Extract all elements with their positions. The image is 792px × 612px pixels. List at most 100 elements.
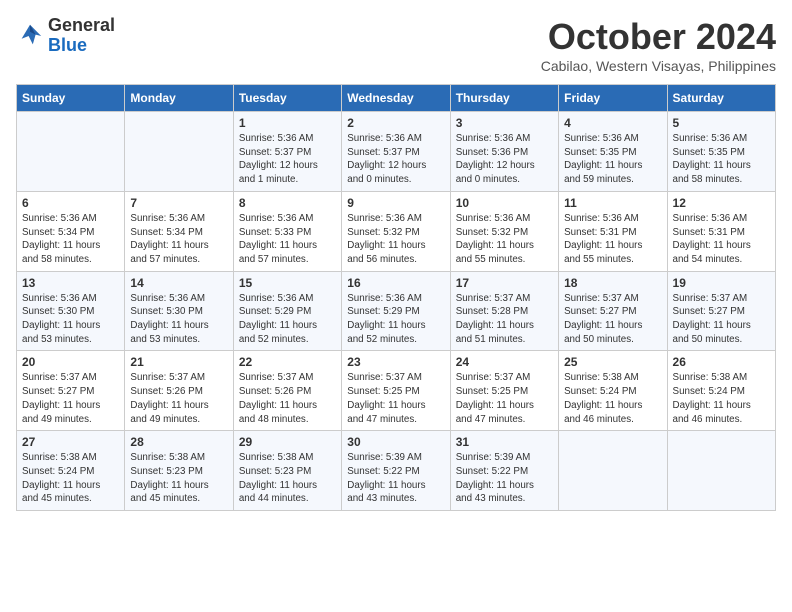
day-info: Sunrise: 5:36 AMSunset: 5:34 PMDaylight:…	[22, 212, 119, 267]
day-number: 19	[673, 276, 770, 290]
day-number: 31	[456, 435, 553, 449]
calendar-cell: 25 Sunrise: 5:38 AMSunset: 5:24 PMDayligh…	[559, 351, 667, 431]
day-info: Sunrise: 5:36 AMSunset: 5:33 PMDaylight:…	[239, 212, 336, 267]
day-number: 4	[564, 116, 661, 130]
day-info: Sunrise: 5:36 AMSunset: 5:32 PMDaylight:…	[456, 212, 553, 267]
calendar-cell: 17 Sunrise: 5:37 AMSunset: 5:28 PMDayligh…	[450, 271, 558, 351]
calendar-cell: 10 Sunrise: 5:36 AMSunset: 5:32 PMDayligh…	[450, 191, 558, 271]
day-info: Sunrise: 5:36 AMSunset: 5:34 PMDaylight:…	[130, 212, 227, 267]
day-info: Sunrise: 5:37 AMSunset: 5:27 PMDaylight:…	[22, 371, 119, 426]
header-cell-saturday: Saturday	[667, 85, 775, 112]
header-cell-tuesday: Tuesday	[233, 85, 341, 112]
logo: General Blue	[16, 16, 115, 56]
week-row-4: 20 Sunrise: 5:37 AMSunset: 5:27 PMDayligh…	[17, 351, 776, 431]
day-number: 20	[22, 355, 119, 369]
day-number: 10	[456, 196, 553, 210]
day-number: 14	[130, 276, 227, 290]
calendar-cell	[125, 112, 233, 192]
calendar-cell: 15Sunrise: 5:36 AMSunset: 5:29 PMDayligh…	[233, 271, 341, 351]
day-number: 8	[239, 196, 336, 210]
calendar-cell: 31 Sunrise: 5:39 AMSunset: 5:22 PMDayligh…	[450, 431, 558, 511]
day-number: 16	[347, 276, 444, 290]
day-info: Sunrise: 5:36 AMSunset: 5:35 PMDaylight:…	[564, 132, 661, 187]
day-info: Sunrise: 5:36 AMSunset: 5:29 PMDaylight:…	[239, 292, 336, 347]
calendar-cell: 9 Sunrise: 5:36 AMSunset: 5:32 PMDaylight…	[342, 191, 450, 271]
day-info: Sunrise: 5:36 AMSunset: 5:30 PMDaylight:…	[130, 292, 227, 347]
day-number: 29	[239, 435, 336, 449]
month-title: October 2024	[541, 16, 776, 58]
header-row: SundayMondayTuesdayWednesdayThursdayFrid…	[17, 85, 776, 112]
day-number: 17	[456, 276, 553, 290]
logo-text: General Blue	[48, 16, 115, 56]
calendar-cell: 11 Sunrise: 5:36 AMSunset: 5:31 PMDayligh…	[559, 191, 667, 271]
calendar-cell: 13 Sunrise: 5:36 AMSunset: 5:30 PMDayligh…	[17, 271, 125, 351]
calendar-cell: 6 Sunrise: 5:36 AMSunset: 5:34 PMDaylight…	[17, 191, 125, 271]
day-info: Sunrise: 5:38 AMSunset: 5:23 PMDaylight:…	[130, 451, 227, 506]
day-info: Sunrise: 5:37 AMSunset: 5:27 PMDaylight:…	[564, 292, 661, 347]
calendar-cell: 2 Sunrise: 5:36 AMSunset: 5:37 PMDaylight…	[342, 112, 450, 192]
day-number: 11	[564, 196, 661, 210]
day-info: Sunrise: 5:37 AMSunset: 5:28 PMDaylight:…	[456, 292, 553, 347]
calendar-cell: 4 Sunrise: 5:36 AMSunset: 5:35 PMDaylight…	[559, 112, 667, 192]
calendar-cell: 8 Sunrise: 5:36 AMSunset: 5:33 PMDaylight…	[233, 191, 341, 271]
calendar-cell: 20 Sunrise: 5:37 AMSunset: 5:27 PMDayligh…	[17, 351, 125, 431]
header-cell-monday: Monday	[125, 85, 233, 112]
header-cell-sunday: Sunday	[17, 85, 125, 112]
location: Cabilao, Western Visayas, Philippines	[541, 58, 776, 74]
day-info: Sunrise: 5:36 AMSunset: 5:36 PMDaylight:…	[456, 132, 553, 187]
day-number: 6	[22, 196, 119, 210]
day-info: Sunrise: 5:37 AMSunset: 5:26 PMDaylight:…	[239, 371, 336, 426]
day-info: Sunrise: 5:38 AMSunset: 5:24 PMDaylight:…	[673, 371, 770, 426]
calendar-header: SundayMondayTuesdayWednesdayThursdayFrid…	[17, 85, 776, 112]
day-info: Sunrise: 5:36 AMSunset: 5:31 PMDaylight:…	[564, 212, 661, 267]
header-cell-thursday: Thursday	[450, 85, 558, 112]
day-info: Sunrise: 5:36 AMSunset: 5:32 PMDaylight:…	[347, 212, 444, 267]
day-number: 12	[673, 196, 770, 210]
day-number: 1	[239, 116, 336, 130]
day-number: 21	[130, 355, 227, 369]
calendar-cell: 19 Sunrise: 5:37 AMSunset: 5:27 PMDayligh…	[667, 271, 775, 351]
calendar-cell	[559, 431, 667, 511]
day-number: 24	[456, 355, 553, 369]
day-info: Sunrise: 5:38 AMSunset: 5:24 PMDaylight:…	[22, 451, 119, 506]
day-number: 28	[130, 435, 227, 449]
day-number: 2	[347, 116, 444, 130]
day-number: 3	[456, 116, 553, 130]
week-row-2: 6 Sunrise: 5:36 AMSunset: 5:34 PMDaylight…	[17, 191, 776, 271]
calendar-cell: 14 Sunrise: 5:36 AMSunset: 5:30 PMDayligh…	[125, 271, 233, 351]
day-number: 9	[347, 196, 444, 210]
day-info: Sunrise: 5:37 AMSunset: 5:25 PMDaylight:…	[347, 371, 444, 426]
day-info: Sunrise: 5:36 AMSunset: 5:31 PMDaylight:…	[673, 212, 770, 267]
day-info: Sunrise: 5:37 AMSunset: 5:25 PMDaylight:…	[456, 371, 553, 426]
calendar-cell: 12 Sunrise: 5:36 AMSunset: 5:31 PMDayligh…	[667, 191, 775, 271]
day-number: 26	[673, 355, 770, 369]
calendar-cell: 27Sunrise: 5:38 AMSunset: 5:24 PMDayligh…	[17, 431, 125, 511]
day-info: Sunrise: 5:37 AMSunset: 5:26 PMDaylight:…	[130, 371, 227, 426]
calendar-table: SundayMondayTuesdayWednesdayThursdayFrid…	[16, 84, 776, 511]
calendar-cell	[667, 431, 775, 511]
calendar-cell: 22Sunrise: 5:37 AMSunset: 5:26 PMDayligh…	[233, 351, 341, 431]
calendar-cell: 1Sunrise: 5:36 AMSunset: 5:37 PMDaylight…	[233, 112, 341, 192]
day-info: Sunrise: 5:38 AMSunset: 5:24 PMDaylight:…	[564, 371, 661, 426]
header-cell-wednesday: Wednesday	[342, 85, 450, 112]
day-info: Sunrise: 5:36 AMSunset: 5:30 PMDaylight:…	[22, 292, 119, 347]
calendar-cell: 5Sunrise: 5:36 AMSunset: 5:35 PMDaylight…	[667, 112, 775, 192]
day-number: 13	[22, 276, 119, 290]
day-number: 25	[564, 355, 661, 369]
calendar-cell: 16Sunrise: 5:36 AMSunset: 5:29 PMDayligh…	[342, 271, 450, 351]
day-info: Sunrise: 5:37 AMSunset: 5:27 PMDaylight:…	[673, 292, 770, 347]
week-row-1: 1 Sunrise: 5:36 AMSunset: 5:37 PMDaylight…	[17, 112, 776, 192]
day-info: Sunrise: 5:39 AMSunset: 5:22 PMDaylight:…	[347, 451, 444, 506]
calendar-cell: 18 Sunrise: 5:37 AMSunset: 5:27 PMDayligh…	[559, 271, 667, 351]
calendar-body: 1 Sunrise: 5:36 AMSunset: 5:37 PMDaylight…	[17, 112, 776, 511]
calendar-cell: 21 Sunrise: 5:37 AMSunset: 5:26 PMDayligh…	[125, 351, 233, 431]
calendar-cell: 3 Sunrise: 5:36 AMSunset: 5:36 PMDaylight…	[450, 112, 558, 192]
page-header: General Blue October 2024 Cabilao, Weste…	[16, 16, 776, 74]
day-number: 18	[564, 276, 661, 290]
week-row-3: 13 Sunrise: 5:36 AMSunset: 5:30 PMDayligh…	[17, 271, 776, 351]
calendar-cell: 28 Sunrise: 5:38 AMSunset: 5:23 PMDayligh…	[125, 431, 233, 511]
day-info: Sunrise: 5:36 AMSunset: 5:37 PMDaylight:…	[347, 132, 444, 187]
day-info: Sunrise: 5:39 AMSunset: 5:22 PMDaylight:…	[456, 451, 553, 506]
calendar-cell: 7Sunrise: 5:36 AMSunset: 5:34 PMDaylight…	[125, 191, 233, 271]
logo-icon	[16, 22, 44, 50]
